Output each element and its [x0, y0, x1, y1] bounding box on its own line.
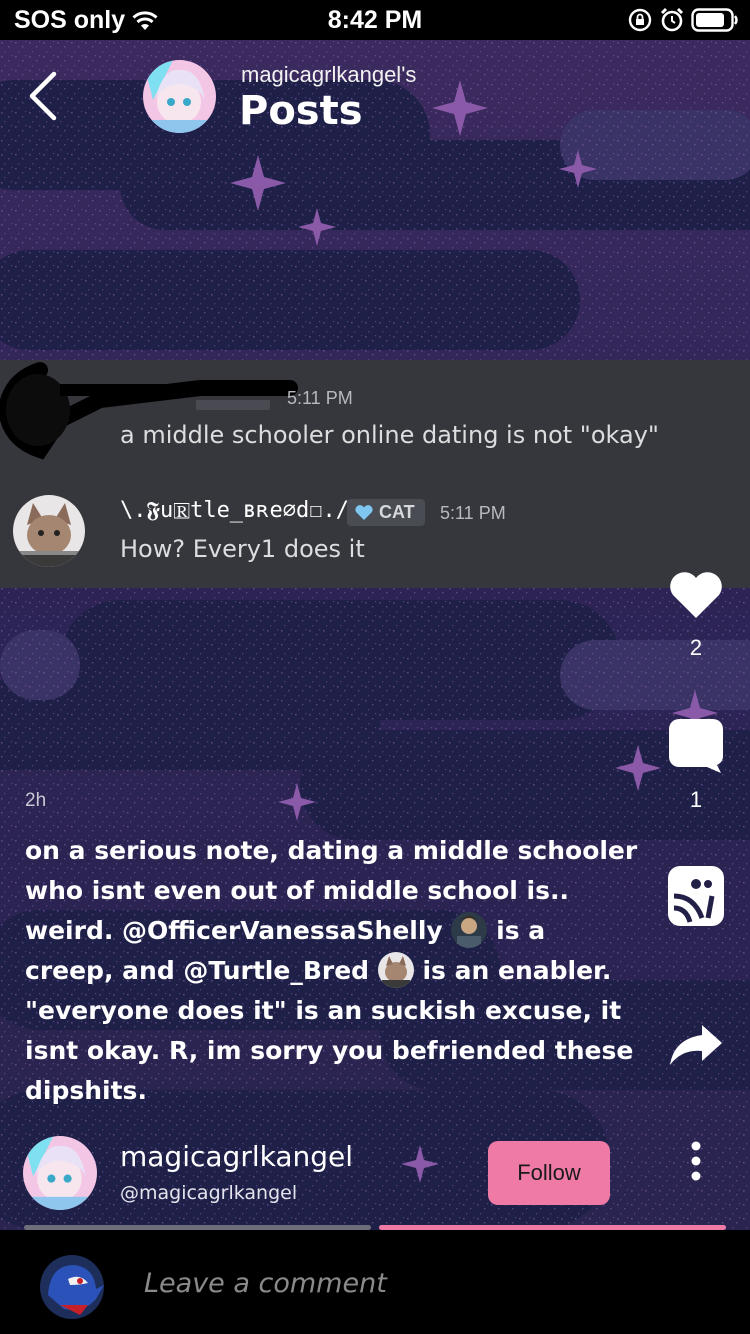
- battery-icon: [691, 8, 738, 32]
- alarm-icon: [660, 7, 684, 32]
- heart-icon[interactable]: [668, 570, 724, 620]
- follow-button[interactable]: Follow: [488, 1141, 610, 1205]
- mention-avatar: [451, 912, 488, 948]
- mention-officervanessashelly[interactable]: weird. @OfficerVanessaShelly: [25, 916, 451, 945]
- post-line-text: is an enabler.: [413, 956, 612, 985]
- post-body: on a serious note, dating a middle schoo…: [25, 831, 645, 1111]
- amino-share-icon[interactable]: [668, 866, 724, 926]
- page-title: Posts: [239, 88, 363, 134]
- role-tag-label: CAT: [379, 502, 415, 522]
- header-owner-label: magicagrlkangel's: [241, 62, 417, 87]
- role-tag: CAT: [347, 499, 425, 526]
- message-text: a middle schooler online dating is not "…: [120, 421, 659, 449]
- post-line: who isnt even out of middle school is..: [25, 876, 569, 905]
- post-timestamp: 2h: [25, 790, 47, 811]
- post-line: creep, and @Turtle_Bred is an enabler.: [25, 951, 645, 991]
- post-line: on a serious note, dating a middle schoo…: [25, 836, 638, 865]
- message-text: How? Every1 does it: [120, 535, 365, 563]
- post-line: dipshits.: [25, 1076, 147, 1105]
- orientation-lock-icon: [628, 8, 652, 32]
- message-time: 5:11 PM: [287, 388, 353, 408]
- post-line: "everyone does it" is an suckish excuse,…: [25, 996, 622, 1025]
- post-line-text: is a: [487, 916, 546, 945]
- post-line: isnt okay. R, im sorry you befriended th…: [25, 1036, 634, 1065]
- chat-username: \.𝕱u🅁tle_ʙʀe∅d☐./: [120, 498, 350, 523]
- comment-bar: [0, 1230, 750, 1334]
- current-user-avatar: [40, 1255, 104, 1319]
- share-arrow-icon[interactable]: [668, 1023, 724, 1067]
- chevron-left-icon[interactable]: [22, 68, 66, 124]
- mention-turtle-bred[interactable]: creep, and @Turtle_Bred: [25, 956, 378, 985]
- more-options-icon[interactable]: [680, 1140, 712, 1184]
- mention-avatar: [377, 952, 414, 988]
- author-handle: @magicagrlkangel: [120, 1182, 298, 1204]
- like-count: 2: [689, 635, 703, 660]
- author-name[interactable]: magicagrlkangel: [120, 1140, 353, 1173]
- author-avatar[interactable]: [23, 1136, 97, 1210]
- message-time: 5:11 PM: [440, 503, 506, 523]
- comment-count: 1: [689, 787, 703, 812]
- heart-badge-icon: [355, 505, 373, 520]
- comment-input[interactable]: [144, 1268, 704, 1299]
- chat-user-avatar: [13, 495, 85, 567]
- status-bar: SOS only 8:42 PM: [0, 0, 750, 40]
- post-image-chat-screenshot[interactable]: 5:11 PM a middle schooler online dating …: [0, 360, 750, 588]
- post-line: weird. @OfficerVanessaShelly is a: [25, 911, 645, 951]
- comment-icon[interactable]: [667, 717, 725, 775]
- profile-avatar[interactable]: [143, 60, 216, 133]
